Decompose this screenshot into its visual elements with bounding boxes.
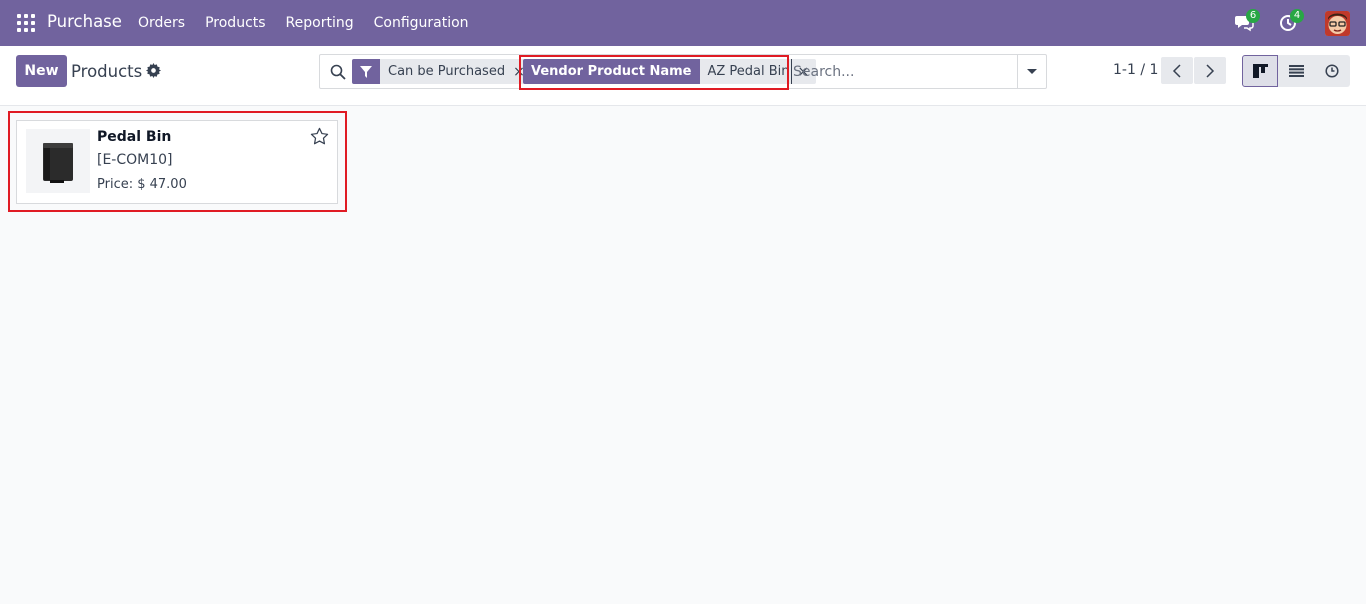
search-bar: Can be Purchased × Vendor Product Name A… xyxy=(319,54,1047,89)
activity-icon xyxy=(1325,64,1339,78)
kanban-card[interactable]: Pedal Bin [E-COM10] Price: $ 47.00 xyxy=(16,120,338,204)
chevron-down-icon xyxy=(1027,69,1037,74)
menu-item-reporting[interactable]: Reporting xyxy=(276,0,364,46)
star-icon[interactable] xyxy=(310,127,329,146)
page-title: Products xyxy=(71,62,143,81)
avatar[interactable] xyxy=(1325,11,1350,36)
pager-next-button[interactable] xyxy=(1194,57,1226,84)
menu-item-configuration[interactable]: Configuration xyxy=(364,0,479,46)
product-image xyxy=(26,129,90,193)
list-icon xyxy=(1288,65,1304,77)
vendor-facet-label: Vendor Product Name xyxy=(523,59,700,84)
new-button[interactable]: New xyxy=(16,55,67,87)
list-view-button[interactable] xyxy=(1278,55,1314,87)
pager-previous-button[interactable] xyxy=(1161,57,1193,84)
product-code: [E-COM10] xyxy=(97,152,173,168)
control-panel: New Products Can be Purchased × Vendor P… xyxy=(0,46,1366,106)
menu-item-orders[interactable]: Orders xyxy=(128,0,195,46)
gear-icon[interactable] xyxy=(146,63,161,78)
search-icon xyxy=(330,64,346,80)
product-price: Price: $ 47.00 xyxy=(97,177,187,192)
kanban-view-button[interactable] xyxy=(1242,55,1278,87)
filter-facet: Can be Purchased × xyxy=(352,59,532,84)
search-options-toggle[interactable] xyxy=(1017,55,1046,88)
chevron-right-icon xyxy=(1206,63,1215,78)
chat-icon[interactable]: 6 xyxy=(1234,9,1260,34)
filter-icon xyxy=(352,59,380,84)
vendor-product-name-facet: Vendor Product Name AZ Pedal Bin × xyxy=(523,59,817,84)
messages-badge: 6 xyxy=(1246,9,1260,23)
app-title[interactable]: Purchase xyxy=(47,12,122,31)
main-menu: Orders Products Reporting Configuration xyxy=(128,0,479,46)
filter-facet-value: Can be Purchased xyxy=(388,64,506,79)
clock-icon[interactable]: 4 xyxy=(1278,9,1304,34)
activities-badge: 4 xyxy=(1290,9,1304,23)
top-navbar: Purchase Orders Products Reporting Confi… xyxy=(0,0,1366,46)
pager-value[interactable]: 1-1 / 1 xyxy=(1113,62,1158,78)
activity-view-button[interactable] xyxy=(1314,55,1350,87)
apps-icon[interactable] xyxy=(17,14,35,32)
search-input[interactable] xyxy=(791,59,1017,84)
vendor-facet-value: AZ Pedal Bin xyxy=(707,64,790,79)
chevron-left-icon xyxy=(1172,63,1181,78)
kanban-icon xyxy=(1252,64,1268,78)
menu-item-products[interactable]: Products xyxy=(195,0,275,46)
product-name: Pedal Bin xyxy=(97,129,172,145)
